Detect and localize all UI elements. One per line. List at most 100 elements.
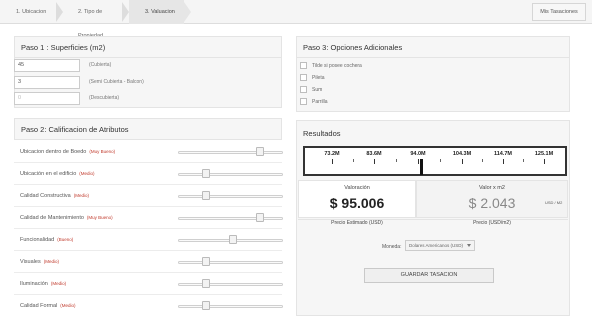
- resultados-title: Resultados: [303, 129, 341, 138]
- scale-tick-label: 104.3M: [452, 151, 472, 157]
- attribute-slider-thumb[interactable]: [255, 213, 264, 222]
- attribute-label: Ubicacion dentro de Boedo (Muy Bueno): [20, 149, 115, 155]
- attribute-label: Iluminación (Medio): [20, 281, 66, 287]
- valoracion-caption: Precio Estimado (USD): [298, 219, 416, 229]
- option-label: Tilde si posee cochera: [312, 63, 362, 69]
- scale-tick-label: 83.6M: [366, 151, 382, 157]
- attribute-row: Calidad Constructiva (Medio): [14, 185, 283, 207]
- scale-tick: [332, 159, 333, 164]
- attribute-row: Calidad Formal (Medio): [14, 295, 283, 317]
- paso2-title: Paso 2: Calificacion de Atributos: [21, 125, 129, 134]
- guardar-tasacion-button[interactable]: GUARDAR TASACION: [364, 268, 494, 283]
- scale-minor-tick: [440, 159, 441, 162]
- option-label: Pileta: [312, 75, 325, 81]
- attribute-label: Ubicación en el edificio (Medio): [20, 171, 95, 177]
- valoracion-box: Valoración $ 95.006: [298, 180, 416, 218]
- valor-m2-box: Valor x m2 $ 2.043 USD / M2: [416, 180, 568, 218]
- superficie-semicubierta-input[interactable]: 3: [14, 76, 80, 89]
- superficie-semicubierta-label: (Semi Cubierta - Balcon): [89, 79, 144, 85]
- parrilla-checkbox[interactable]: [300, 98, 307, 105]
- attribute-name: Calidad Formal: [20, 303, 58, 309]
- attribute-name: Ubicacion dentro de Boedo: [20, 149, 87, 155]
- scale-tick-label: 125.1M: [534, 151, 554, 157]
- attribute-qualifier: (Medio): [50, 281, 67, 286]
- attribute-name: Iluminación: [20, 281, 48, 287]
- pileta-checkbox[interactable]: [300, 74, 307, 81]
- attribute-qualifier: (Medio): [73, 193, 90, 198]
- attribute-slider-thumb[interactable]: [202, 191, 211, 200]
- scale-tick-label: 73.2M: [324, 151, 340, 157]
- attribute-row: Visuales (Medio): [14, 251, 283, 273]
- attribute-name: Funcionalidad: [20, 237, 55, 243]
- attribute-slider-thumb[interactable]: [229, 235, 238, 244]
- attribute-name: Calidad Constructiva: [20, 193, 71, 199]
- moneda-label: Moneda:: [382, 244, 402, 250]
- scale-tick-label: 94.0M: [410, 151, 426, 157]
- breadcrumb-step-tipo[interactable]: 2. Tipo de Propiedad: [62, 0, 126, 39]
- valor-m2-unit: USD / M2: [545, 200, 563, 205]
- option-label: Sum: [312, 87, 323, 93]
- attribute-slider-track[interactable]: [178, 195, 283, 198]
- paso1-title: Paso 1 : Superficies (m2): [21, 43, 106, 52]
- attribute-slider-thumb[interactable]: [202, 279, 211, 288]
- attribute-slider-thumb[interactable]: [202, 257, 211, 266]
- attribute-slider-track[interactable]: [178, 283, 283, 286]
- scale-tick: [503, 159, 504, 164]
- attribute-slider-track[interactable]: [178, 305, 283, 308]
- attribute-slider-track[interactable]: [178, 261, 283, 264]
- valuation-scale: 73.2M 83.6M 94.0M 104.3M 114.7M 125.1M: [303, 146, 567, 176]
- breadcrumb-step-label: 1. Ubicacion: [16, 9, 47, 15]
- attribute-qualifier: (Muy Bueno): [86, 215, 113, 220]
- attribute-qualifier: (Bueno): [57, 237, 74, 242]
- scale-tick: [418, 159, 419, 164]
- cochera-checkbox[interactable]: [300, 62, 307, 69]
- breadcrumb-step-label: 3. Valuacion: [145, 9, 175, 15]
- breadcrumb-step-label: 2. Tipo de Propiedad: [78, 9, 103, 39]
- attribute-label: Calidad Constructiva (Medio): [20, 193, 89, 199]
- superficie-descubierta-label: (Descubierta): [89, 95, 120, 101]
- attribute-qualifier: (Muy Bueno): [89, 149, 116, 154]
- attribute-slider-thumb[interactable]: [202, 169, 211, 178]
- superficie-cubierta-label: (Cubierta): [89, 62, 112, 68]
- breadcrumb-step-valuacion[interactable]: 3. Valuacion: [129, 0, 184, 24]
- attribute-row: Ubicacion dentro de Boedo (Muy Bueno): [14, 141, 283, 163]
- paso3-title: Paso 3: Opciones Adicionales: [303, 43, 403, 52]
- moneda-selected-value: Dolares Americanos (USD): [409, 243, 464, 248]
- attribute-label: Funcionalidad (Bueno): [20, 237, 73, 243]
- attribute-slider-track[interactable]: [178, 173, 283, 176]
- valor-m2-title: Valor x m2: [479, 185, 505, 191]
- valoracion-value: $ 95.006: [329, 195, 385, 211]
- attribute-row: Calidad de Mantenimiento (Muy Bueno): [14, 207, 283, 229]
- paso2-panel: Paso 2: Calificacion de Atributos: [14, 118, 282, 140]
- scale-minor-tick: [353, 159, 354, 162]
- superficie-cubierta-input[interactable]: 45: [14, 59, 80, 72]
- divider: [15, 57, 281, 58]
- attribute-label: Calidad de Mantenimiento (Muy Bueno): [20, 215, 113, 221]
- scale-tick: [462, 159, 463, 164]
- attribute-slider-track[interactable]: [178, 151, 283, 154]
- breadcrumb-step-ubicacion[interactable]: 1. Ubicacion: [0, 0, 58, 24]
- breadcrumb: 1. Ubicacion 2. Tipo de Propiedad 3. Val…: [0, 0, 592, 39]
- superficie-descubierta-input[interactable]: 0: [14, 92, 80, 105]
- attribute-slider-thumb[interactable]: [255, 147, 264, 156]
- mis-tasaciones-button[interactable]: Mis Tasaciones: [532, 3, 586, 21]
- attribute-qualifier: (Medio): [60, 303, 76, 308]
- attribute-row: Funcionalidad (Bueno): [14, 229, 283, 251]
- breadcrumb-separator: [122, 2, 129, 22]
- paso3-panel: Paso 3: Opciones Adicionales: [296, 36, 570, 112]
- attribute-slider-thumb[interactable]: [202, 301, 211, 310]
- valoracion-title: Valoración: [344, 185, 370, 191]
- scale-minor-tick: [482, 159, 483, 162]
- attribute-qualifier: (Medio): [79, 171, 95, 176]
- sum-checkbox[interactable]: [300, 86, 307, 93]
- scale-tick-label: 114.7M: [493, 151, 513, 157]
- scale-minor-tick: [523, 159, 524, 162]
- option-label: Parrilla: [312, 99, 328, 105]
- attribute-qualifier: (Medio): [43, 259, 59, 264]
- attribute-slider-track[interactable]: [178, 217, 283, 220]
- scale-minor-tick: [396, 159, 397, 162]
- valor-m2-caption: Precio (USD/m2): [416, 219, 568, 229]
- moneda-select[interactable]: Dolares Americanos (USD): [405, 240, 475, 251]
- scale-pointer: [420, 159, 424, 175]
- attribute-row: Ubicación en el edificio (Medio): [14, 163, 283, 185]
